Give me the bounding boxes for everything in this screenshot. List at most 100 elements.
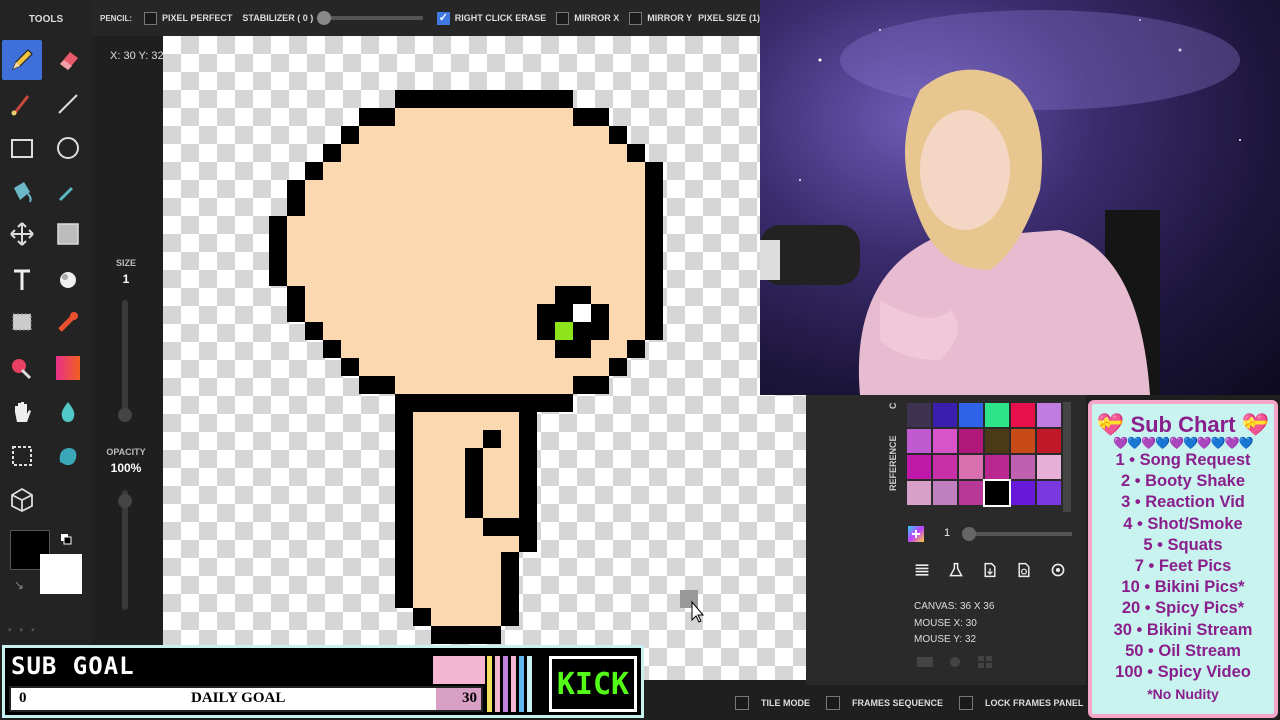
palette-swatch[interactable] bbox=[1011, 403, 1035, 427]
mirror-x-checkbox[interactable] bbox=[556, 11, 570, 25]
goal-label: DAILY GOAL bbox=[191, 690, 286, 706]
palette-swatch[interactable] bbox=[1037, 455, 1061, 479]
frames-sequence-option[interactable]: FRAMES SEQUENCE bbox=[826, 695, 943, 710]
palette-swatch[interactable] bbox=[933, 481, 957, 505]
paint-bucket-icon bbox=[14, 182, 32, 203]
palette-swatch[interactable] bbox=[959, 403, 983, 427]
export-button[interactable] bbox=[1014, 560, 1034, 580]
file-button[interactable] bbox=[980, 560, 1000, 580]
palette-swatch[interactable] bbox=[983, 479, 1011, 507]
stripe-pink-2 bbox=[511, 656, 516, 712]
line-icon bbox=[58, 94, 78, 114]
palette-swatch[interactable] bbox=[1037, 481, 1061, 505]
pencil-tool[interactable] bbox=[2, 40, 42, 80]
pixel-perfect-label: PIXEL PERFECT bbox=[162, 13, 233, 23]
lock-frames-panel-checkbox[interactable] bbox=[959, 695, 974, 710]
layers-button[interactable] bbox=[912, 560, 932, 580]
opacity-slider[interactable] bbox=[122, 490, 128, 610]
swap-colors-icon[interactable] bbox=[60, 532, 72, 545]
reset-colors-icon[interactable]: ↘ bbox=[14, 578, 28, 592]
tab-other[interactable]: C bbox=[888, 403, 898, 410]
rectangle-tool[interactable] bbox=[2, 128, 42, 168]
dither-tool[interactable] bbox=[48, 214, 88, 254]
palette-swatch[interactable] bbox=[959, 455, 983, 479]
sub-chart-item: 50 • Oil Stream bbox=[1125, 641, 1241, 660]
mirror-y-label: MIRROR Y bbox=[647, 13, 693, 23]
palette-swatch[interactable] bbox=[1037, 429, 1061, 453]
gradient-tool[interactable] bbox=[48, 348, 88, 388]
stabilizer-slider[interactable] bbox=[317, 11, 423, 25]
tab-reference[interactable]: REFERENCE bbox=[888, 435, 898, 491]
palette-swatch[interactable] bbox=[985, 429, 1009, 453]
eyedropper-tool[interactable] bbox=[48, 172, 88, 212]
palette-swatch[interactable] bbox=[959, 429, 983, 453]
lock-frames-panel-option[interactable]: LOCK FRAMES PANEL bbox=[959, 695, 1083, 710]
drawing-canvas[interactable] bbox=[163, 36, 806, 680]
selection-tool[interactable] bbox=[2, 436, 42, 476]
palette-swatch[interactable] bbox=[1037, 403, 1061, 427]
shade-tool[interactable] bbox=[48, 260, 88, 300]
palette-swatch[interactable] bbox=[1011, 481, 1035, 505]
bottom-options-bar: TILE MODE FRAMES SEQUENCE LOCK FRAMES PA… bbox=[645, 685, 1085, 720]
frames-sequence-checkbox[interactable] bbox=[826, 695, 840, 710]
settings-gear-icon[interactable] bbox=[946, 655, 964, 669]
keyboard-icon[interactable] bbox=[916, 655, 934, 669]
layer-opacity-slider[interactable] bbox=[962, 527, 1072, 541]
right-click-erase-option[interactable]: RIGHT CLICK ERASE bbox=[436, 11, 547, 25]
tile-mode-option[interactable]: TILE MODE bbox=[735, 695, 810, 710]
palette-swatch[interactable] bbox=[933, 455, 957, 479]
palette-swatch[interactable] bbox=[933, 429, 957, 453]
record-button[interactable] bbox=[1048, 560, 1068, 580]
palette-swatch[interactable] bbox=[985, 403, 1009, 427]
opacity-slider-thumb[interactable] bbox=[118, 494, 132, 508]
stabilizer-label: STABILIZER ( 0 ) bbox=[242, 13, 314, 23]
size-slider-thumb[interactable] bbox=[118, 408, 132, 422]
palette-swatch[interactable] bbox=[1011, 429, 1035, 453]
mirror-x-label: MIRROR X bbox=[574, 13, 620, 23]
blur-tool[interactable] bbox=[48, 392, 88, 432]
stamp-icon bbox=[58, 312, 78, 332]
magic-wand-tool[interactable] bbox=[48, 436, 88, 476]
rainbow-plus-icon bbox=[908, 526, 924, 542]
color-replace-tool[interactable] bbox=[2, 348, 42, 388]
palette-swatch[interactable] bbox=[907, 403, 931, 427]
webcam-feed bbox=[760, 0, 1280, 395]
palette-swatch[interactable] bbox=[907, 455, 931, 479]
mirror-y-option[interactable]: MIRROR Y bbox=[629, 11, 693, 25]
add-color-button[interactable] bbox=[906, 524, 926, 544]
brush-tool[interactable] bbox=[2, 84, 42, 124]
fill-tool[interactable] bbox=[2, 172, 42, 212]
palette-swatch[interactable] bbox=[907, 481, 931, 505]
stripe-purple bbox=[503, 656, 508, 712]
pixel-perfect-checkbox[interactable] bbox=[144, 11, 157, 25]
palette-swatch[interactable] bbox=[959, 481, 983, 505]
mirror-x-option[interactable]: MIRROR X bbox=[556, 11, 620, 25]
right-click-erase-checkbox[interactable] bbox=[436, 11, 450, 25]
hand-tool[interactable] bbox=[2, 392, 42, 432]
stripe-yellow bbox=[487, 656, 492, 712]
palette-swatch[interactable] bbox=[1011, 455, 1035, 479]
effects-button[interactable] bbox=[946, 560, 966, 580]
ellipse-tool[interactable] bbox=[48, 128, 88, 168]
pixel-perfect-option[interactable]: PIXEL PERFECT bbox=[144, 11, 233, 25]
text-tool[interactable] bbox=[2, 260, 42, 300]
palette-scrollbar[interactable] bbox=[1063, 402, 1071, 512]
tile-mode-checkbox[interactable] bbox=[735, 695, 749, 710]
palette-swatch[interactable] bbox=[985, 455, 1009, 479]
pattern-tool[interactable] bbox=[2, 302, 42, 342]
palette-swatch[interactable] bbox=[907, 429, 931, 453]
grid-icon[interactable] bbox=[976, 655, 994, 669]
right-click-erase-label: RIGHT CLICK ERASE bbox=[454, 13, 547, 23]
3d-tool[interactable] bbox=[2, 480, 42, 520]
layer-number: 1 bbox=[944, 527, 951, 539]
palette-swatch[interactable] bbox=[933, 403, 957, 427]
size-slider[interactable] bbox=[122, 300, 128, 420]
secondary-color-swatch[interactable] bbox=[40, 554, 82, 594]
mirror-y-checkbox[interactable] bbox=[629, 11, 643, 25]
move-tool[interactable] bbox=[2, 214, 42, 254]
pixel-size-option[interactable]: PIXEL SIZE (1) bbox=[698, 13, 760, 23]
stamp-tool[interactable] bbox=[48, 302, 88, 342]
line-tool[interactable] bbox=[48, 84, 88, 124]
sub-goal-title: SUB GOAL bbox=[11, 652, 135, 680]
eraser-tool[interactable] bbox=[48, 40, 88, 80]
